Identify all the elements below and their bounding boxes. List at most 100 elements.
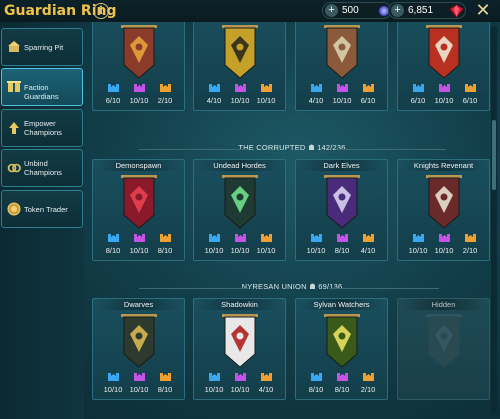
rare-helmet-icon [107,234,119,242]
rare-helmet-icon [208,234,220,242]
legendary-helmet-icon [260,84,272,92]
rarity-legendary: 2/10 [353,373,383,394]
legendary-helmet-icon [464,84,476,92]
faction-banner-icon [121,314,157,368]
gem-icon [449,4,464,18]
sidebar-item-token-trader[interactable]: Token Trader [1,190,83,228]
guardian-count: 10/10 [256,246,276,255]
faction-name: Knights Revenant [413,161,474,170]
faction-card[interactable]: Sylvan Watchers 8/10 8/10 2/10 [295,298,388,400]
rare-helmet-icon [310,373,322,381]
rare-helmet-icon [310,234,322,242]
epic-helmet-icon [336,84,348,92]
epic-helmet-icon [336,373,348,381]
empower-icon [9,122,19,134]
faction-card[interactable]: Orcs6/1010/106/10 [397,22,490,111]
unbind-icon [7,163,21,173]
faction-banner-icon [324,175,360,229]
faction-card[interactable]: Skinwalkers4/1010/106/10 [295,22,388,111]
faction-banner-icon [426,25,462,79]
legendary-helmet-icon [362,373,374,381]
sidebar-item-label: Unbind Champions [24,159,62,177]
faction-card[interactable]: Lizardmen4/1010/1010/10 [193,22,286,111]
sidebar-item-empower-champions[interactable]: Empower Champions [1,109,83,147]
section-title: NYRESAN UNION [241,282,307,291]
guardian-count: 2/10 [462,246,478,255]
rarity-legendary: 8/10 [150,373,180,394]
guardian-count: 2/10 [157,96,173,105]
epic-helmet-icon [133,373,145,381]
faction-guardians-icon [7,81,21,92]
sidebar-item-unbind-champions[interactable]: Unbind Champions [1,149,83,187]
silver-value: 500 [342,5,359,16]
epic-helmet-icon [234,373,246,381]
rare-helmet-icon [412,234,424,242]
legendary-helmet-icon [159,84,171,92]
faction-name: Dark Elves [323,161,360,170]
rare-helmet-icon [107,84,119,92]
rarity-legendary: 6/10 [353,84,383,105]
faction-banner-icon [222,314,258,368]
gem-currency: + 6,851 [388,2,466,19]
section-title: THE CORRUPTED [238,143,306,152]
gem-value: 6,851 [408,5,434,16]
epic-helmet-icon [234,234,246,242]
faction-banner-icon [324,314,360,368]
add-gem-button[interactable]: + [391,4,404,17]
sidebar-item-label: Faction Guardians [24,83,59,101]
faction-banner-icon [324,25,360,79]
epic-helmet-icon [133,234,145,242]
sidebar-item-label: Empower Champions [24,119,62,137]
faction-banner-icon [426,314,462,368]
sidebar-item-faction-guardians[interactable]: Faction Guardians [1,68,83,106]
faction-card[interactable]: Knights Revenant 10/10 10/10 2/10 [397,159,490,261]
silver-currency: + 500 [322,2,392,19]
sidebar: Sparring Pit Faction Guardians Empower C… [0,22,84,419]
legendary-helmet-icon [362,84,374,92]
faction-card[interactable]: Demonspawn 8/10 10/10 8/10 [92,159,185,261]
faction-card[interactable]: Shadowkin 10/10 10/10 4/10 [193,298,286,400]
faction-banner-icon [222,175,258,229]
rarity-legendary: 10/10 [251,84,281,105]
sidebar-item-label: Sparring Pit [24,43,64,52]
token-icon [7,202,21,216]
guardian-count: 10/10 [256,96,276,105]
guardian-count: 4/10 [258,385,274,394]
faction-banner-icon [121,175,157,229]
faction-card[interactable]: Hidden [397,298,490,400]
faction-name: Sylvan Watchers [313,300,370,309]
guardian-count: 4/10 [360,246,376,255]
scrollbar-thumb[interactable] [492,120,496,190]
section-count: 142/236 [317,143,346,152]
legendary-helmet-icon [159,234,171,242]
faction-card[interactable]: Dark Elves 10/10 8/10 4/10 [295,159,388,261]
faction-card[interactable]: Dwarves 10/10 10/10 8/10 [92,298,185,400]
rarity-legendary: 10/10 [251,234,281,255]
close-button[interactable]: ✕ [472,0,494,22]
faction-content: THE CORRUPTED 142/236 NYRESAN UNION 69/1… [84,22,500,419]
guardian-count: 2/10 [360,385,376,394]
champion-count-icon [308,144,314,150]
guardian-count: 8/10 [157,385,173,394]
rarity-legendary: 4/10 [353,234,383,255]
rare-helmet-icon [310,84,322,92]
guardian-count: 8/10 [157,246,173,255]
epic-helmet-icon [234,84,246,92]
faction-name: Shadowkin [221,300,258,309]
top-bar: Guardian Ring i + 500 + 6,851 ✕ [0,0,500,22]
scrollbar-track[interactable] [491,26,497,414]
info-button[interactable]: i [93,3,109,19]
faction-card[interactable]: Ogryn Tribes6/1010/102/10 [92,22,185,111]
faction-name: Demonspawn [115,161,162,170]
rarity-legendary: 8/10 [150,234,180,255]
faction-card[interactable]: Undead Hordes 10/10 10/10 10/10 [193,159,286,261]
sidebar-item-sparring-pit[interactable]: Sparring Pit [1,28,83,66]
legendary-helmet-icon [464,234,476,242]
section-header-nyresan-union: NYRESAN UNION 69/136 [84,280,500,294]
add-silver-button[interactable]: + [325,4,338,17]
epic-helmet-icon [336,234,348,242]
legendary-helmet-icon [260,373,272,381]
rare-helmet-icon [208,373,220,381]
sparring-pit-icon [8,41,20,52]
faction-banner-icon [222,25,258,79]
